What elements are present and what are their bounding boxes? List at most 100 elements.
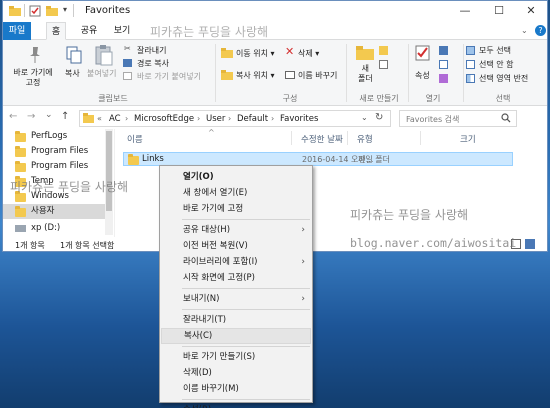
folder-icon (128, 154, 139, 165)
title-divider (73, 4, 74, 17)
context-menu-item[interactable]: 복사(C) (161, 328, 311, 344)
column-header-type[interactable]: 유형 (357, 133, 373, 145)
nav-item-users[interactable]: 사용자 (3, 204, 105, 219)
invert-selection-button[interactable]: 선택 영역 반전 (479, 73, 528, 84)
context-menu-item[interactable]: 열기(O) (161, 169, 311, 185)
properties-check-icon[interactable] (29, 5, 41, 17)
quick-access-divider (24, 4, 25, 17)
new-item-icon[interactable] (379, 46, 388, 55)
address-dropdown-icon[interactable]: ⌄ (361, 113, 368, 122)
context-menu-item[interactable]: 바로 가기에 고정 (161, 201, 311, 217)
pin-to-quick-access-button[interactable]: 바로 가기에 고정 (8, 68, 58, 88)
selected-count: 1개 항목 선택함 (60, 241, 115, 250)
search-input[interactable]: Favorites 검색 (399, 110, 517, 127)
breadcrumb-microsoftedge[interactable]: MicrosoftEdge (134, 114, 194, 124)
invert-selection-icon (466, 74, 475, 83)
context-menu-item[interactable]: 시작 화면에 고정(P) (161, 270, 311, 286)
breadcrumb-ac[interactable]: AC (109, 114, 121, 124)
context-menu-item[interactable]: 공유 대상(H) › (161, 222, 311, 238)
context-menu-item[interactable]: 새 창에서 열기(E) (161, 185, 311, 201)
window-title: Favorites (85, 5, 131, 16)
forward-button[interactable]: → (27, 111, 35, 122)
breadcrumb-default[interactable]: Default (237, 114, 268, 124)
context-menu-item[interactable]: 보내기(N) › (161, 291, 311, 307)
context-menu-item[interactable]: 잘라내기(T) (161, 312, 311, 328)
copy-to-button[interactable]: 복사 위치 ▾ (236, 70, 275, 81)
tab-file[interactable]: 파일 (3, 22, 31, 40)
delete-button[interactable]: 삭제 ▾ (298, 48, 319, 59)
submenu-arrow-icon: › (301, 225, 305, 235)
context-menu-item[interactable]: 삭제(D) (161, 365, 311, 381)
back-button[interactable]: ← (9, 111, 17, 122)
ribbon-home: 바로 가기에 고정 복사 붙여넣기 ✂ 잘라내기 경로 복사 바로 가기 붙여넣… (3, 40, 547, 106)
maximize-button[interactable]: ☐ (483, 1, 515, 22)
row-type: 파일 폴더 (358, 155, 390, 164)
menu-item-label: 복사(C) (184, 331, 213, 341)
nav-scrollbar-thumb[interactable] (106, 131, 112, 211)
large-icons-view-icon[interactable] (525, 239, 535, 249)
breadcrumb-overflow[interactable]: « (97, 114, 102, 123)
copy-button[interactable]: 복사 (65, 68, 80, 79)
item-count: 1개 항목 (15, 241, 45, 250)
copy-icon (66, 46, 82, 67)
search-placeholder: Favorites 검색 (406, 115, 460, 124)
properties-button[interactable]: 속성 (415, 70, 430, 81)
new-folder-button[interactable]: 새 폴더 (358, 64, 373, 84)
breadcrumb-separator: › (125, 114, 129, 123)
paste-shortcut-icon (123, 72, 132, 80)
open-icon[interactable] (439, 46, 448, 55)
paste-button[interactable]: 붙여넣기 (87, 68, 116, 79)
address-field[interactable]: « AC › MicrosoftEdge › User › Default › … (79, 110, 391, 127)
recent-locations-button[interactable]: ⌄ (45, 110, 53, 120)
menu-item-label: 이름 바꾸기(M) (183, 384, 239, 394)
watermark-top: 피카츄는 푸딩을 사랑해 (150, 25, 269, 39)
table-row[interactable]: Links 2016-04-14 오전... 파일 폴더 (123, 152, 513, 166)
close-button[interactable]: ✕ (515, 1, 547, 22)
paste-shortcut-button[interactable]: 바로 가기 붙여넣기 (137, 71, 201, 82)
folder-icon (15, 161, 26, 172)
properties-icon (415, 45, 431, 64)
move-to-button[interactable]: 이동 위치 ▾ (236, 48, 275, 59)
menu-item-label: 새 창에서 열기(E) (183, 188, 248, 198)
context-menu-item[interactable]: 속성(R) (161, 402, 311, 408)
move-to-icon (221, 48, 233, 61)
context-menu-item[interactable]: 바로 가기 만들기(S) (161, 349, 311, 365)
ribbon-collapse-icon[interactable]: ⌄ (521, 26, 528, 35)
new-group-label: 새로 만들기 (359, 94, 399, 103)
tab-share[interactable]: 공유 (78, 22, 100, 40)
new-folder-quick-icon[interactable] (46, 5, 58, 17)
context-menu-item[interactable]: 라이브러리에 포함(I) › (161, 254, 311, 270)
tab-view[interactable]: 보기 (111, 22, 133, 40)
select-all-button[interactable]: 모두 선택 (479, 45, 511, 56)
nav-item-perflogs[interactable]: PerfLogs (3, 129, 114, 144)
context-menu-item[interactable]: 이전 버전 복원(V) (161, 238, 311, 254)
copy-path-button[interactable]: 경로 복사 (137, 58, 169, 69)
breadcrumb-favorites[interactable]: Favorites (280, 114, 318, 124)
nav-item-drive-d[interactable]: xp (D:) (3, 221, 114, 235)
context-menu-item[interactable]: 이름 바꾸기(M) (161, 381, 311, 397)
edit-icon[interactable] (439, 60, 448, 69)
tab-home[interactable]: 홈 (46, 22, 66, 40)
breadcrumb-user[interactable]: User (206, 114, 225, 124)
select-none-button[interactable]: 선택 안 함 (479, 59, 514, 70)
delete-icon: ✕ (285, 45, 295, 58)
rename-button[interactable]: 이름 바꾸기 (298, 70, 337, 81)
ribbon-tabs: 파일 홈 공유 보기 ⌄ ? (3, 22, 547, 40)
minimize-button[interactable]: — (449, 1, 481, 22)
help-icon[interactable]: ? (535, 25, 546, 36)
column-divider[interactable] (347, 131, 348, 145)
column-divider[interactable] (420, 131, 421, 145)
history-icon[interactable] (439, 74, 448, 83)
quick-access-dropdown-icon[interactable]: ▾ (63, 5, 67, 14)
column-divider[interactable] (291, 131, 292, 145)
nav-item-label: xp (D:) (31, 223, 61, 233)
nav-item-program-files[interactable]: Program Files (3, 144, 114, 159)
easy-access-icon[interactable] (379, 60, 388, 69)
refresh-button[interactable]: ↻ (375, 112, 383, 123)
column-header-name[interactable]: 이름 (127, 133, 143, 145)
column-header-modified[interactable]: 수정한 날짜 (301, 133, 343, 145)
cut-button[interactable]: 잘라내기 (137, 45, 166, 56)
column-header-size[interactable]: 크기 (460, 133, 476, 145)
up-button[interactable]: ↑ (61, 111, 69, 122)
nav-item-program-files-x86[interactable]: Program Files (3, 159, 114, 174)
